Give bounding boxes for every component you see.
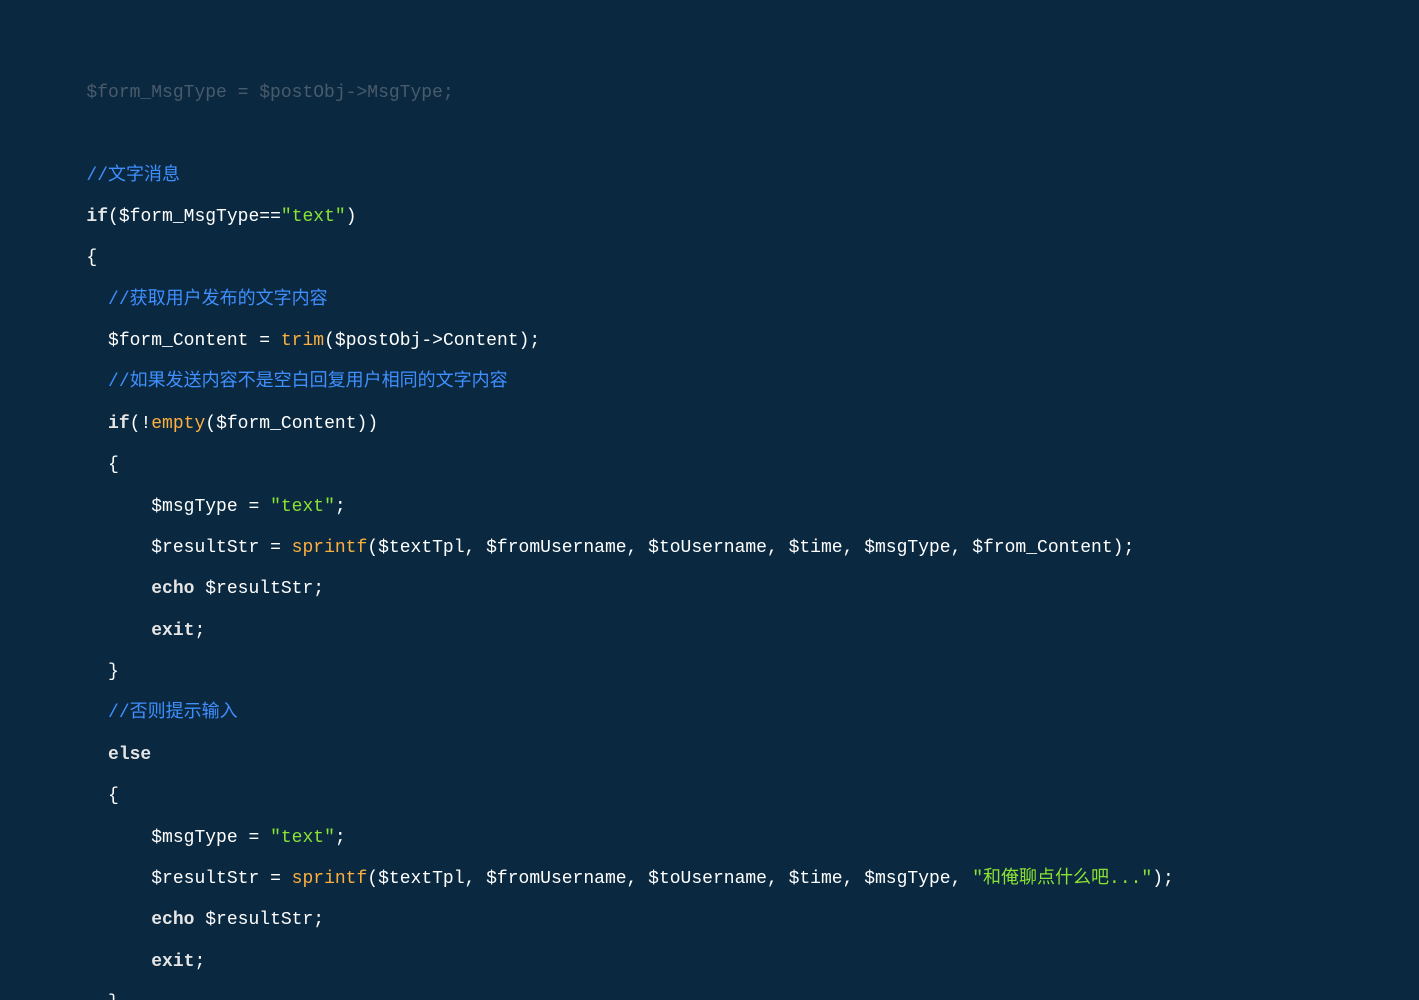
keyword-exit: exit bbox=[151, 952, 194, 972]
code-text: $form_MsgType = $postObj->MsgType; bbox=[86, 83, 453, 103]
comment-text: //否则提示输入 bbox=[108, 703, 238, 723]
function-empty: empty bbox=[151, 414, 205, 434]
punct: (! bbox=[130, 414, 152, 434]
operator: = bbox=[259, 538, 291, 558]
punct: ); bbox=[1113, 538, 1135, 558]
operator: == bbox=[259, 207, 281, 227]
variable: $form_MsgType bbox=[119, 207, 259, 227]
property: Content bbox=[443, 331, 519, 351]
code-line: //获取用户发布的文字内容 bbox=[0, 290, 1419, 311]
arguments: $textTpl, $fromUsername, $toUsername, $t… bbox=[378, 538, 1113, 558]
punct: ( bbox=[205, 414, 216, 434]
code-line: $resultStr = sprintf($textTpl, $fromUser… bbox=[0, 538, 1419, 559]
operator: = bbox=[259, 869, 291, 889]
string-literal: "text" bbox=[270, 828, 335, 848]
punct: ; bbox=[335, 828, 346, 848]
brace: } bbox=[108, 993, 119, 1000]
operator: = bbox=[238, 828, 270, 848]
code-line: $msgType = "text"; bbox=[0, 828, 1419, 849]
code-line: $resultStr = sprintf($textTpl, $fromUser… bbox=[0, 869, 1419, 890]
variable: $resultStr bbox=[194, 579, 313, 599]
punct: ); bbox=[1152, 869, 1174, 889]
code-line bbox=[0, 124, 1419, 145]
brace: { bbox=[108, 786, 119, 806]
keyword-if: if bbox=[108, 414, 130, 434]
code-line: echo $resultStr; bbox=[0, 910, 1419, 931]
code-line: { bbox=[0, 455, 1419, 476]
variable: $form_Content bbox=[108, 331, 248, 351]
comment-text: //文字消息 bbox=[86, 166, 180, 186]
punct: ( bbox=[324, 331, 335, 351]
arrow-operator: -> bbox=[421, 331, 443, 351]
keyword-else: else bbox=[108, 745, 151, 765]
punct: ( bbox=[367, 538, 378, 558]
variable: $msgType bbox=[151, 828, 237, 848]
code-line: //否则提示输入 bbox=[0, 703, 1419, 724]
variable: $resultStr bbox=[194, 910, 313, 930]
arguments: $textTpl, $fromUsername, $toUsername, $t… bbox=[378, 869, 972, 889]
string-literal: "text" bbox=[281, 207, 346, 227]
keyword-exit: exit bbox=[151, 621, 194, 641]
brace: { bbox=[86, 248, 97, 268]
comment-text: //获取用户发布的文字内容 bbox=[108, 290, 328, 310]
code-line: } bbox=[0, 662, 1419, 683]
keyword-echo: echo bbox=[151, 910, 194, 930]
comment-text: //如果发送内容不是空白回复用户相同的文字内容 bbox=[108, 372, 508, 392]
code-line: { bbox=[0, 248, 1419, 269]
function-sprintf: sprintf bbox=[292, 538, 368, 558]
function-call: trim bbox=[281, 331, 324, 351]
punct: )) bbox=[357, 414, 379, 434]
code-line: $form_Content = trim($postObj->Content); bbox=[0, 331, 1419, 352]
code-line: exit; bbox=[0, 952, 1419, 973]
code-line: //文字消息 bbox=[0, 166, 1419, 187]
punct: ) bbox=[346, 207, 357, 227]
code-line: $form_MsgType = $postObj->MsgType; bbox=[0, 83, 1419, 104]
code-editor-view: $form_MsgType = $postObj->MsgType; //文字消… bbox=[0, 62, 1419, 1000]
function-sprintf: sprintf bbox=[292, 869, 368, 889]
keyword-if: if bbox=[86, 207, 108, 227]
string-literal: "和俺聊点什么吧..." bbox=[972, 869, 1152, 889]
punct: ; bbox=[313, 910, 324, 930]
punct: ( bbox=[367, 869, 378, 889]
code-line: //如果发送内容不是空白回复用户相同的文字内容 bbox=[0, 372, 1419, 393]
punct: ; bbox=[194, 952, 205, 972]
punct: ; bbox=[313, 579, 324, 599]
code-line: { bbox=[0, 786, 1419, 807]
keyword-echo: echo bbox=[151, 579, 194, 599]
code-line: } bbox=[0, 993, 1419, 1000]
code-line: if($form_MsgType=="text") bbox=[0, 207, 1419, 228]
variable: $postObj bbox=[335, 331, 421, 351]
brace: { bbox=[108, 455, 119, 475]
punct: ; bbox=[194, 621, 205, 641]
code-line: echo $resultStr; bbox=[0, 579, 1419, 600]
variable: $resultStr bbox=[151, 538, 259, 558]
brace: } bbox=[108, 662, 119, 682]
variable: $resultStr bbox=[151, 869, 259, 889]
punct: ); bbox=[519, 331, 541, 351]
code-line: else bbox=[0, 745, 1419, 766]
punct: ( bbox=[108, 207, 119, 227]
code-line: if(!empty($form_Content)) bbox=[0, 414, 1419, 435]
operator: = bbox=[248, 331, 280, 351]
code-line: exit; bbox=[0, 621, 1419, 642]
variable: $form_Content bbox=[216, 414, 356, 434]
